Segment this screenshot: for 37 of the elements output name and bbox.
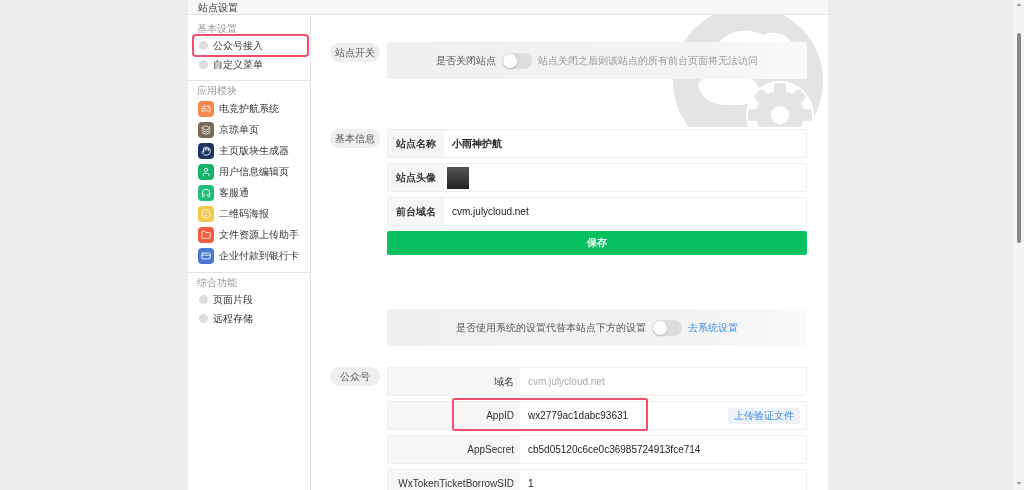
photo-placeholder <box>447 166 469 189</box>
bullet-dot-icon <box>199 41 208 50</box>
sidebar-item[interactable]: 京琼单页 <box>194 119 307 140</box>
sidebar-item[interactable]: 用户信息编辑页 <box>194 161 307 182</box>
switch-hint: 站点关闭之后则该站点的所有前台页面将无法访问 <box>538 53 758 68</box>
bullet-dot-icon <box>199 60 208 69</box>
group-title: 综合功能 <box>196 276 238 290</box>
switch-label: 是否使用系统的设置代替本站点下方的设置 <box>456 320 646 335</box>
bullet-dot-icon <box>199 295 208 304</box>
sidebar-item[interactable]: 公众号接入 <box>194 36 307 55</box>
field-label: 站点名称 <box>388 130 444 157</box>
section-tag: 站点开关 <box>330 43 380 62</box>
sidebar-item[interactable]: 企业付款到银行卡 <box>194 245 307 266</box>
bullet-dot-icon <box>199 314 208 323</box>
page-title: 站点设置 <box>198 2 238 14</box>
sidebar-item[interactable]: 主页版块生成器 <box>194 140 307 161</box>
sidebar-item[interactable]: 电竞护航系统 <box>194 98 307 119</box>
sidebar-item[interactable]: 二维码海报 <box>194 203 307 224</box>
field-label: AppSecret <box>388 436 520 463</box>
section-tag: 公众号 <box>330 367 380 386</box>
sidebar-item[interactable]: 客服通 <box>194 182 307 203</box>
switch-label: 是否关闭站点 <box>436 53 496 68</box>
toggle-switch[interactable] <box>502 52 532 69</box>
field-label: 站点头像 <box>388 164 444 191</box>
sidebar-item[interactable]: 远程存储 <box>194 309 307 328</box>
toggle-switch[interactable] <box>652 319 682 336</box>
sidebar-item[interactable]: 文件资源上传助手 <box>194 224 307 245</box>
sidebar-item[interactable]: 页面片段 <box>194 290 307 309</box>
field-label: 域名 <box>388 368 520 395</box>
field-label: 前台域名 <box>388 198 444 225</box>
sidebar-item[interactable]: 自定义菜单 <box>194 55 307 74</box>
field-label: WxTokenTicketBorrowSID <box>388 470 520 490</box>
section-tag: 基本信息 <box>330 129 380 148</box>
group-title: 基本设置 <box>196 22 238 36</box>
group-title: 应用模块 <box>196 84 238 98</box>
scrollbar[interactable] <box>1014 0 1024 490</box>
field-label: AppID <box>388 402 520 429</box>
